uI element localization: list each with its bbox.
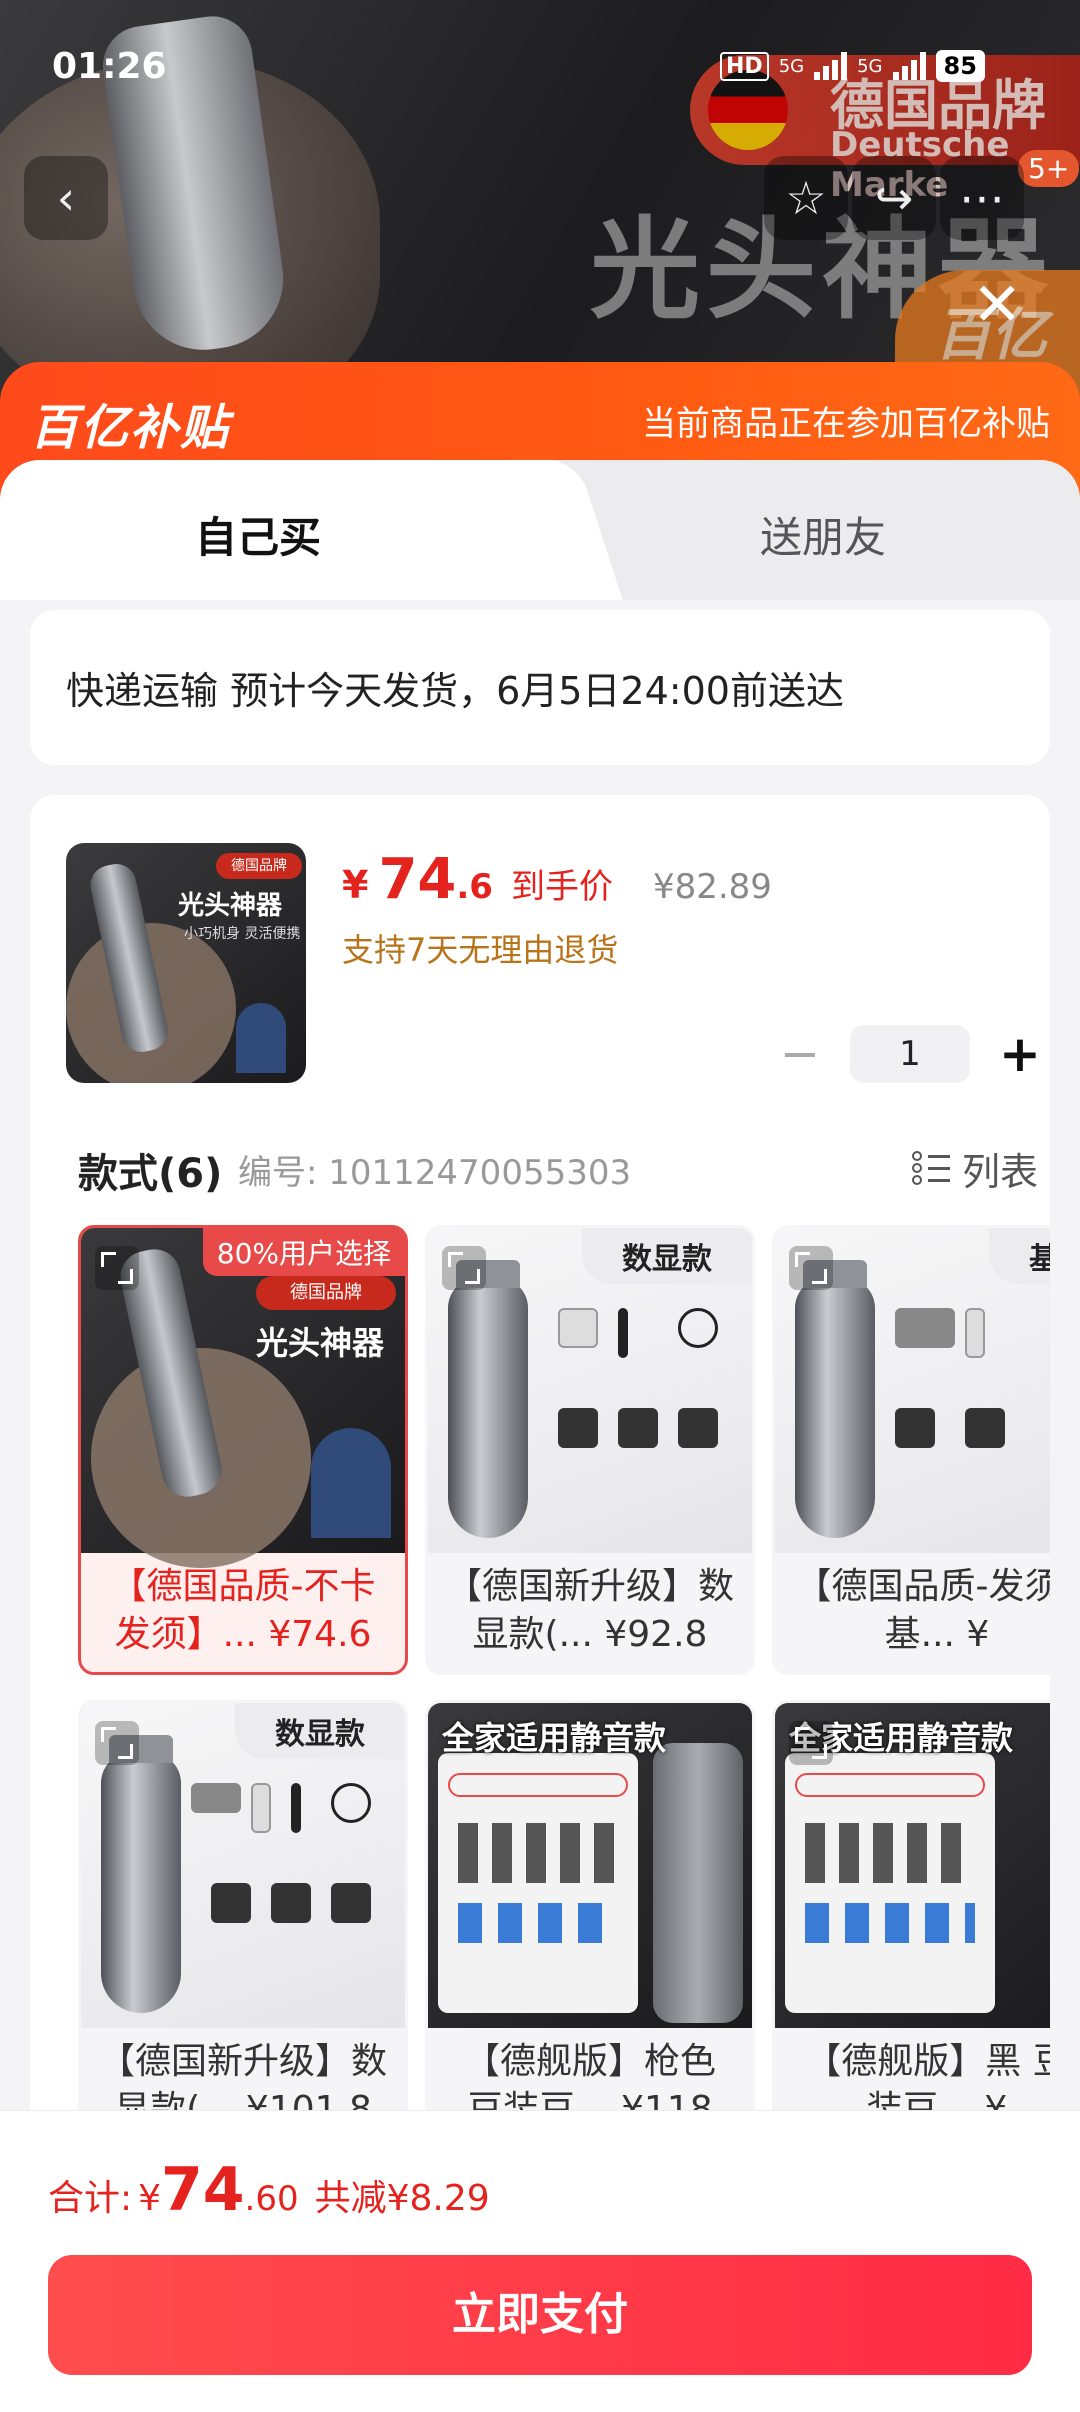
- price-line: ¥ 74 .6 到手价 ¥82.89: [342, 847, 772, 912]
- signal-icon: [814, 52, 848, 80]
- variant-card[interactable]: 德国品牌 光头神器 80%用户选择 【德国品质-不卡发须】... ¥74.6: [78, 1225, 408, 1675]
- back-button[interactable]: ‹: [24, 156, 108, 240]
- total-label: 合计:: [48, 2178, 133, 2219]
- total-line: 合计: ¥ 74 .60 共减¥8.29: [48, 2155, 490, 2225]
- close-icon: ✕: [972, 270, 1023, 340]
- subsidy-notice: 当前商品正在参加百亿补贴: [642, 404, 1050, 444]
- price-integer: 74: [378, 847, 457, 912]
- variant-card[interactable]: 数显款 【德国新升级】数显款(... ¥92.8: [425, 1225, 755, 1675]
- favorite-button[interactable]: ☆: [764, 156, 848, 240]
- variant-kind-tag: 基: [989, 1228, 1050, 1284]
- pay-now-button[interactable]: 立即支付: [48, 2255, 1032, 2375]
- product-thumbnail[interactable]: 德国品牌 光头神器 小巧机身 灵活便携: [66, 843, 306, 1083]
- chevron-left-icon: ‹: [56, 171, 76, 225]
- subsidy-logo: 百亿补贴: [30, 400, 231, 456]
- price-symbol: ¥: [342, 863, 369, 907]
- list-view-toggle[interactable]: 列表: [911, 1141, 1038, 1196]
- star-icon: ☆: [785, 171, 827, 225]
- total-integer: 74: [161, 2155, 245, 2225]
- more-button[interactable]: ⋯: [940, 156, 1024, 240]
- variant-kind-tag: 数显款: [235, 1703, 405, 1759]
- price-label: 到手价: [510, 867, 613, 907]
- variant-label: 【德国品质-发须】基... ¥: [795, 1566, 1051, 1655]
- battery-icon: 85: [935, 50, 985, 82]
- discount-text: 共减¥8.29: [314, 2178, 490, 2219]
- decrease-button[interactable]: −: [770, 1026, 830, 1082]
- thumb-subtitle: 小巧机身 灵活便携: [184, 926, 301, 942]
- popular-tag: 80%用户选择: [202, 1228, 405, 1276]
- german-flag-icon: [708, 70, 788, 150]
- signal-icon-2: [892, 52, 926, 80]
- delivery-info: 快递运输 预计今天发货，6月5日24:00前送达: [30, 610, 1050, 765]
- network-label-2: 5G: [857, 55, 883, 77]
- price-decimal: .6: [456, 867, 493, 907]
- variant-card[interactable]: 基 【德国品质-发须】基... ¥: [772, 1225, 1050, 1675]
- variant-label: 【德国新升级】数显款(... ¥92.8: [445, 1566, 734, 1655]
- variant-kind-tag: 数显款: [582, 1228, 752, 1284]
- variant-card[interactable]: 数显款 【德国新升级】数显款(... ¥101.8: [78, 1700, 408, 2150]
- status-icons: HD 5G 5G 85: [720, 50, 985, 82]
- original-price: ¥82.89: [652, 867, 772, 907]
- list-icon: [911, 1150, 950, 1187]
- spokesperson-image: [236, 1003, 286, 1073]
- share-icon: ↪: [874, 171, 914, 225]
- expand-icon[interactable]: [789, 1721, 833, 1765]
- thumb-title: 光头神器: [178, 891, 283, 921]
- status-time: 01:26: [52, 46, 167, 87]
- purchase-tabs: 自己买 送朋友: [0, 460, 1080, 600]
- total-symbol: ¥: [138, 2178, 162, 2219]
- style-title: 款式(6): [78, 1151, 223, 1197]
- increase-button[interactable]: +: [990, 1025, 1050, 1083]
- variant-kind-tag: 全家适用静音款: [442, 1719, 667, 1757]
- total-decimal: .60: [244, 2179, 299, 2219]
- return-policy: 支持7天无理由退货: [342, 931, 619, 969]
- style-header: 款式(6) 编号: 10112470055303 列表: [78, 1135, 1038, 1197]
- expand-icon[interactable]: [442, 1246, 486, 1290]
- variant-card[interactable]: 全家适用静音款 【德舰版】黑 豆装豆... ¥: [772, 1700, 1050, 2150]
- checkout-bar: 合计: ¥ 74 .60 共减¥8.29 立即支付: [0, 2110, 1080, 2412]
- tab-buy-self-label[interactable]: 自己买: [195, 504, 321, 565]
- hd-icon: HD: [720, 51, 769, 81]
- product-card: 德国品牌 光头神器 小巧机身 灵活便携 ¥ 74 .6 到手价 ¥82.89 支…: [30, 795, 1050, 2195]
- expand-icon[interactable]: [95, 1721, 139, 1765]
- delivery-text: 快递运输 预计今天发货，6月5日24:00前送达: [66, 669, 844, 713]
- expand-icon[interactable]: [789, 1246, 833, 1290]
- close-sheet-button[interactable]: ✕: [972, 270, 1022, 340]
- tab-gift-label[interactable]: 送朋友: [760, 504, 886, 565]
- quantity-stepper: − 1 +: [770, 1025, 1050, 1083]
- share-button[interactable]: ↪: [852, 156, 936, 240]
- thumb-brand: 德国品牌: [216, 853, 302, 879]
- variant-card[interactable]: 全家适用静音款 【德舰版】枪色 豆装豆... ¥118: [425, 1700, 755, 2150]
- variant-label: 【德国品质-不卡发须】... ¥74.6: [110, 1566, 376, 1655]
- network-label: 5G: [778, 55, 805, 77]
- list-view-label: 列表: [961, 1150, 1038, 1194]
- more-icon: ⋯: [959, 171, 1005, 225]
- product-code: 编号: 10112470055303: [238, 1153, 632, 1193]
- expand-icon[interactable]: [95, 1246, 139, 1290]
- quantity-field[interactable]: 1: [850, 1025, 970, 1083]
